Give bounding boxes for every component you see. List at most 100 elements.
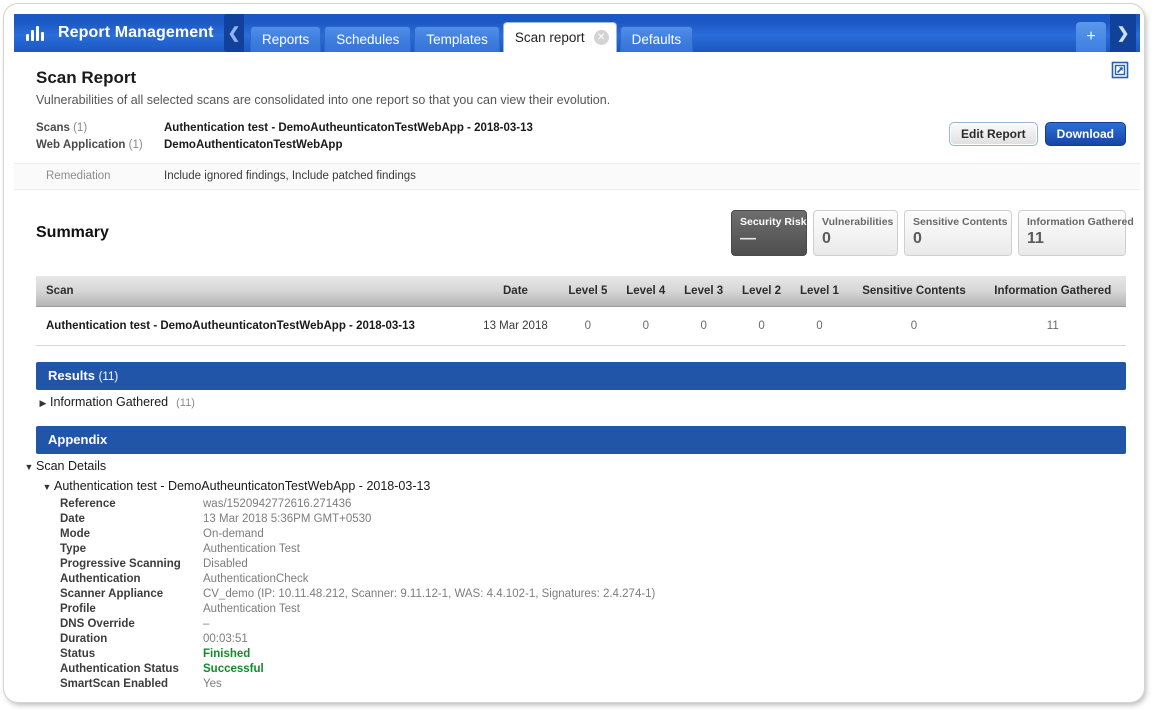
- table-header: Scan Date Level 5 Level 4 Level 3 Level …: [36, 276, 1126, 307]
- appendix-scan-node[interactable]: ▼ Authentication test - DemoAutheunticat…: [14, 474, 1140, 494]
- column-header-level3: Level 3: [674, 276, 733, 307]
- bar-chart-icon: [26, 25, 48, 41]
- scan-detail-list: Reference was/1520942772616.271436 Date …: [14, 494, 1140, 692]
- scans-count: (1): [73, 122, 88, 134]
- stat-security-risk: Security Risk —: [731, 210, 807, 256]
- tab-reports[interactable]: Reports: [250, 26, 322, 52]
- application-window: Report Management ❮ Reports Schedules Te…: [4, 4, 1144, 702]
- table-body: Authentication test - DemoAutheunticaton…: [36, 306, 1126, 346]
- tab-schedules[interactable]: Schedules: [324, 26, 412, 52]
- top-navigation-bar: Report Management ❮ Reports Schedules Te…: [14, 14, 1140, 52]
- app-brand: Report Management: [14, 14, 214, 52]
- page-subtitle: Vulnerabilities of all selected scans ar…: [36, 93, 611, 107]
- detail-key: Reference: [60, 498, 116, 510]
- results-section-label: Results: [48, 368, 95, 383]
- detail-key: Status: [60, 648, 96, 660]
- webapp-value: DemoAuthenticatonTestWebApp: [164, 139, 343, 151]
- remediation-value: Include ignored findings, Include patche…: [164, 170, 416, 182]
- tab-scan-report[interactable]: Scan report ✕: [502, 22, 617, 52]
- detail-row-status: Status Finished: [60, 647, 1140, 662]
- column-header-level5: Level 5: [558, 276, 617, 307]
- cell-information-gathered: 11: [979, 306, 1126, 346]
- stat-value: 0: [913, 230, 922, 247]
- cell-scan: Authentication test - DemoAutheunticaton…: [36, 306, 472, 346]
- report-meta: Scans (1) Authentication test - DemoAuth…: [14, 120, 1140, 154]
- scan-summary-table: Scan Date Level 5 Level 4 Level 3 Level …: [36, 276, 1126, 346]
- plus-icon: +: [1086, 28, 1096, 45]
- appendix-section-bar: Appendix: [36, 426, 1126, 454]
- window-content: Report Management ❮ Reports Schedules Te…: [14, 14, 1140, 696]
- add-tab-button[interactable]: +: [1076, 22, 1106, 52]
- chevron-right-icon: ▶: [39, 398, 47, 408]
- detail-value: 13 Mar 2018 5:36PM GMT+0530: [203, 513, 372, 525]
- cell-level2: 0: [732, 306, 791, 346]
- close-icon[interactable]: ✕: [593, 30, 609, 45]
- detail-key: DNS Override: [60, 618, 135, 630]
- detail-value: Yes: [203, 678, 222, 690]
- results-item-label: Information Gathered: [50, 395, 169, 409]
- column-header-sensitive-contents: Sensitive Contents: [848, 276, 980, 307]
- detail-key: Type: [60, 543, 86, 555]
- detail-key: SmartScan Enabled: [60, 678, 169, 690]
- chevron-down-icon: ▼: [24, 462, 34, 472]
- detail-row-date: Date 13 Mar 2018 5:36PM GMT+0530: [60, 512, 1140, 527]
- chevron-left-icon: ❮: [227, 25, 241, 42]
- page-content: Scan Report Vulnerabilities of all selec…: [14, 52, 1140, 696]
- detail-value: –: [203, 618, 210, 630]
- tabs-scroll-left-button[interactable]: ❮: [224, 14, 244, 52]
- status-badge: Finished: [203, 648, 251, 660]
- cell-level4: 0: [616, 306, 675, 346]
- stat-value: 0: [822, 230, 831, 247]
- detail-value: Authentication Test: [203, 543, 300, 555]
- download-button[interactable]: Download: [1044, 122, 1126, 146]
- tabs-scroll-right-button[interactable]: ❯: [1110, 14, 1136, 52]
- detail-value: Disabled: [203, 558, 248, 570]
- stat-label: Sensitive Contents: [913, 216, 1008, 228]
- page-title: Scan Report: [36, 68, 137, 87]
- scans-label: Scans (1): [36, 120, 164, 137]
- remediation-label: Remediation: [46, 170, 111, 182]
- detail-key: Date: [60, 513, 85, 525]
- stat-label: Information Gathered: [1027, 216, 1134, 228]
- tab-defaults[interactable]: Defaults: [619, 26, 694, 52]
- results-item-information-gathered[interactable]: ▶ Information Gathered (11): [14, 390, 1140, 410]
- detail-row-scanner-appliance: Scanner Appliance CV_demo (IP: 10.11.48.…: [60, 587, 1140, 602]
- webapp-label-text: Web Application: [36, 139, 126, 151]
- stat-sensitive-contents: Sensitive Contents 0: [904, 210, 1012, 256]
- detail-key: Mode: [60, 528, 91, 540]
- tab-templates[interactable]: Templates: [414, 26, 500, 52]
- edit-report-button[interactable]: Edit Report: [949, 122, 1038, 146]
- tab-label: Schedules: [336, 32, 400, 47]
- detail-row-smartscan-enabled: SmartScan Enabled Yes: [60, 677, 1140, 692]
- detail-value: was/1520942772616.271436: [203, 498, 352, 510]
- results-section-bar: Results (11): [36, 362, 1126, 390]
- open-in-new-window-icon[interactable]: [1110, 60, 1130, 80]
- column-header-date: Date: [472, 276, 559, 307]
- detail-key: Duration: [60, 633, 108, 645]
- scans-label-text: Scans: [36, 122, 70, 134]
- scans-value: Authentication test - DemoAutheunticaton…: [164, 122, 533, 134]
- cell-date: 13 Mar 2018: [472, 306, 559, 346]
- stat-label: Security Risk: [740, 216, 807, 228]
- cell-level1: 0: [790, 306, 849, 346]
- detail-value: 00:03:51: [203, 633, 248, 645]
- detail-row-mode: Mode On-demand: [60, 527, 1140, 542]
- column-header-scan: Scan: [36, 276, 472, 307]
- detail-row-type: Type Authentication Test: [60, 542, 1140, 557]
- scan-details-label: Scan Details: [36, 459, 107, 473]
- appendix-scan-details-node[interactable]: ▼ Scan Details: [14, 454, 1140, 474]
- detail-key: Authentication: [60, 573, 141, 585]
- table-row[interactable]: Authentication test - DemoAutheunticaton…: [36, 306, 1126, 346]
- summary-stats: Security Risk — Vulnerabilities 0 Sensit…: [731, 210, 1134, 256]
- detail-row-authentication: Authentication AuthenticationCheck: [60, 572, 1140, 587]
- cell-sensitive-contents: 0: [848, 306, 980, 346]
- report-actions: Edit Report Download: [949, 122, 1126, 146]
- cell-level3: 0: [674, 306, 733, 346]
- detail-key: Profile: [60, 603, 96, 615]
- detail-key: Scanner Appliance: [60, 588, 164, 600]
- tab-label: Templates: [426, 32, 488, 47]
- webapp-label: Web Application (1): [36, 137, 164, 154]
- stat-information-gathered: Information Gathered 11: [1018, 210, 1134, 256]
- detail-row-profile: Profile Authentication Test: [60, 602, 1140, 617]
- appendix-web-application-details-node[interactable]: ▶ Web Application Details: DemoAuthentic…: [14, 692, 1140, 696]
